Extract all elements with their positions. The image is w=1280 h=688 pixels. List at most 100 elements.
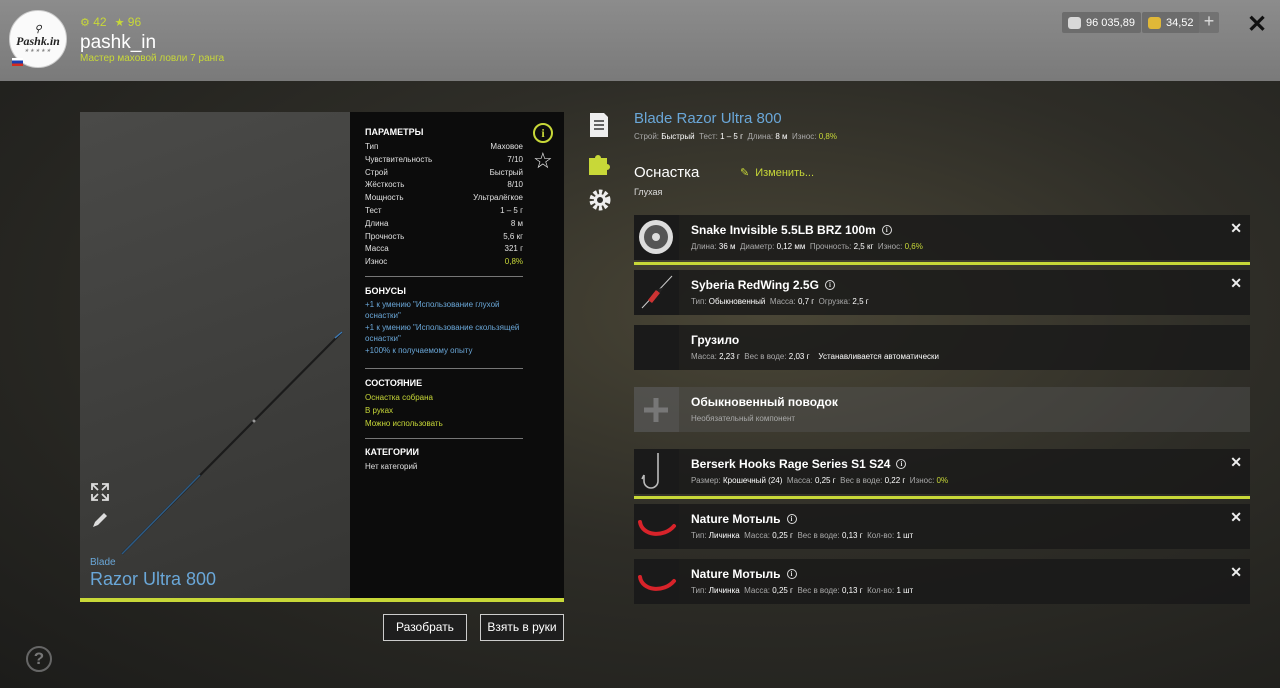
detail-key: Вес в воде: — [797, 586, 840, 595]
detail-value: 0,7 г — [797, 297, 815, 306]
tackle-slot-sinker[interactable]: Грузило Масса: 2,23 г Вес в воде: 2,03 г… — [634, 325, 1250, 370]
detail-value: Обыкновенный — [708, 297, 766, 306]
bonus-item: +1 к умению "Использование глухой оснаст… — [365, 300, 500, 320]
info-icon[interactable]: i — [881, 225, 892, 235]
param-value: 1 – 5 г — [500, 205, 523, 215]
change-rig-button[interactable]: ✎ Изменить... — [740, 166, 815, 180]
item-details: Тип: Личинка Масса: 0,25 г Вес в воде: 0… — [691, 586, 913, 595]
info-icon[interactable]: i — [824, 280, 835, 290]
param-row: Чувствительность 7/10 — [365, 154, 523, 167]
state-title: СОСТОЯНИЕ — [365, 378, 423, 388]
player-stats: ⚙ 42 ★ 96 — [80, 15, 141, 29]
close-icon[interactable]: ✕ — [1247, 10, 1267, 39]
state-item: Можно использовать — [365, 418, 443, 428]
logo-stars: ★★★★★ — [24, 48, 52, 54]
info-icon[interactable]: i — [786, 514, 797, 524]
detail-note: Устанавливается автоматически — [818, 352, 939, 361]
remove-icon[interactable]: ✕ — [1230, 564, 1242, 581]
param-label: Длина — [365, 218, 389, 228]
info-icon[interactable]: i — [896, 459, 907, 469]
remove-icon[interactable]: ✕ — [1230, 220, 1242, 237]
tab-puzzle-icon[interactable] — [587, 150, 611, 176]
item-details: Тип: Личинка Масса: 0,25 г Вес в воде: 0… — [691, 531, 913, 540]
tab-gear-icon[interactable] — [587, 187, 611, 213]
param-label: Масса — [365, 244, 389, 254]
tackle-slot-bait[interactable]: Nature Мотыль i Тип: Личинка Масса: 0,25 … — [634, 559, 1250, 604]
favorite-star-icon[interactable]: ☆ — [533, 148, 553, 174]
divider — [365, 438, 523, 439]
detail-key: Износ: — [909, 476, 935, 485]
detail-value: 2,5 кг — [853, 242, 874, 251]
tackle-slot-leader[interactable]: Обыкновенный поводок Необязательный комп… — [634, 387, 1250, 432]
detail-key: Тип: — [691, 297, 707, 306]
param-value: 8/10 — [507, 180, 523, 190]
detail-value: 0,6% — [904, 242, 923, 251]
detail-value: 0,25 г — [772, 531, 793, 540]
float-icon — [634, 270, 679, 315]
change-label: Изменить... — [755, 166, 815, 179]
disassemble-button[interactable]: Разобрать — [383, 614, 467, 641]
item-name: Berserk Hooks Rage Series S1 S24 — [691, 457, 891, 471]
help-icon[interactable]: ? — [26, 646, 52, 672]
detail-key: Тип: — [691, 531, 707, 540]
param-value: Ультралёгкое — [473, 193, 523, 203]
tackle-slot-bait[interactable]: Nature Мотыль i Тип: Личинка Масса: 0,25 … — [634, 504, 1250, 549]
detail-value: 2,5 г — [852, 297, 869, 306]
summary-value: 0,8% — [818, 132, 837, 141]
info-icon[interactable]: i — [786, 569, 797, 579]
pen-icon[interactable] — [90, 510, 110, 530]
param-value: 0,8% — [504, 257, 523, 267]
param-value: Быстрый — [489, 167, 523, 177]
param-row: Масса 321 г — [365, 243, 523, 256]
add-currency-button[interactable]: + — [1199, 12, 1219, 33]
item-details: Длина: 36 м Диаметр: 0,12 мм Прочность: … — [691, 242, 923, 251]
remove-icon[interactable]: ✕ — [1230, 454, 1242, 471]
detail-value: 2,03 г — [788, 352, 810, 361]
tackle-slot-hook[interactable]: Berserk Hooks Rage Series S1 S24 i Размер… — [634, 449, 1250, 494]
detail-key: Тип: — [691, 586, 707, 595]
add-slot-icon — [634, 387, 679, 432]
detail-value: 0,13 г — [841, 586, 863, 595]
detail-value: 0% — [936, 476, 949, 485]
remove-icon[interactable]: ✕ — [1230, 275, 1242, 292]
username: pashk_in — [80, 32, 157, 53]
summary-value: 1 – 5 г — [720, 132, 744, 141]
parameters-panel: ПАРАМЕТРЫ Тип Маховое Чувствительность 7/10… — [350, 112, 564, 598]
detail-value: 1 шт — [896, 531, 914, 540]
bloodworm-icon — [634, 559, 679, 604]
rod-brand: Blade — [90, 557, 116, 568]
param-row: Мощность Ультралёгкое — [365, 192, 523, 205]
item-details: Тип: Обыкновенный Масса: 0,7 г Огрузка: … — [691, 297, 869, 306]
item-name: Snake Invisible 5.5LB BRZ 100m — [691, 223, 876, 237]
item-name: Nature Мотыль — [691, 567, 781, 581]
param-row: Прочность 5,6 кг — [365, 231, 523, 244]
item-name-row: Nature Мотыль i — [691, 567, 797, 581]
rod-title: Blade Razor Ultra 800 — [634, 110, 782, 127]
edit-icon: ✎ — [740, 167, 750, 179]
take-in-hands-button[interactable]: Взять в руки — [480, 614, 564, 641]
param-label: Мощность — [365, 193, 404, 203]
rod-preview[interactable]: Blade Razor Ultra 800 — [80, 112, 350, 598]
categories-section: КАТЕГОРИИ Нет категорий — [365, 447, 523, 474]
item-name: Грузило — [691, 333, 740, 347]
param-label: Тип — [365, 142, 379, 151]
tackle-slot-float[interactable]: Syberia RedWing 2.5G i Тип: Обыкновенный … — [634, 270, 1250, 315]
tackle-slot-line[interactable]: Snake Invisible 5.5LB BRZ 100m i Длина: 3… — [634, 215, 1250, 260]
bird-icon: ⚲ — [34, 23, 42, 35]
summary-value: Быстрый — [661, 132, 695, 141]
param-value: 5,6 кг — [503, 231, 523, 241]
item-details: Размер: Крошечный (24) Масса: 0,25 г Вес… — [691, 476, 948, 485]
info-icon[interactable]: i — [533, 123, 553, 143]
item-details: Масса: 2,23 г Вес в воде: 2,03 г Устанав… — [691, 352, 939, 361]
gold-amount: 34,52 — [1166, 16, 1194, 29]
detail-key: Кол-во: — [867, 586, 895, 595]
rod-condition-bar — [80, 598, 564, 602]
detail-key: Масса: — [769, 297, 796, 306]
expand-icon[interactable] — [90, 482, 110, 502]
detail-key: Прочность: — [809, 242, 852, 251]
param-row: Жёсткость 8/10 — [365, 179, 523, 192]
remove-icon[interactable]: ✕ — [1230, 509, 1242, 526]
param-row: Строй Быстрый — [365, 167, 523, 180]
logo-text: Pashk.in — [16, 33, 60, 48]
tab-document-icon[interactable] — [587, 112, 611, 138]
